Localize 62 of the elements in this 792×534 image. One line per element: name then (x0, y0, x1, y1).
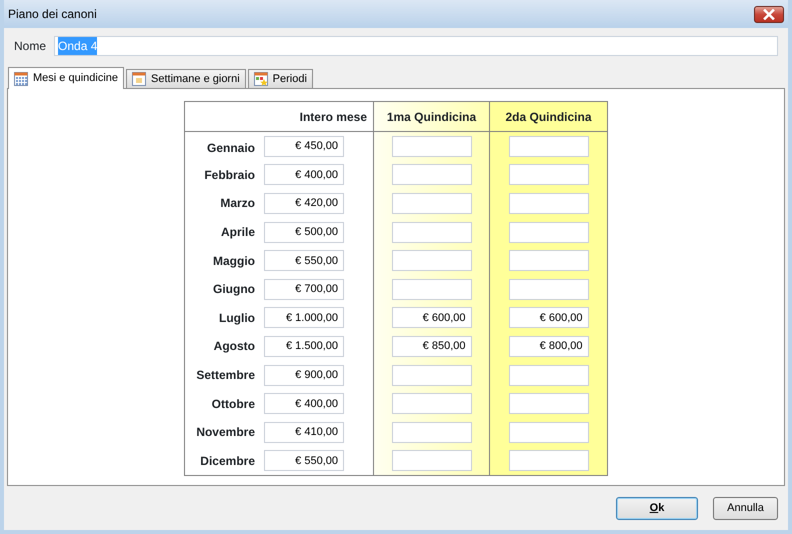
amount-field[interactable] (508, 364, 588, 386)
amount-field[interactable] (392, 136, 472, 157)
tab[interactable]: Mesi e quindicine (8, 67, 124, 89)
amount-field[interactable]: € 850,00 (392, 336, 472, 357)
amount-field[interactable] (508, 422, 588, 443)
amount-field[interactable]: € 800,00 (508, 336, 588, 357)
name-label: Nome (14, 38, 46, 55)
amount-field[interactable] (508, 222, 588, 243)
window-title: Piano dei canoni (8, 6, 97, 23)
month-label: Novembre (196, 424, 255, 442)
amount-field[interactable] (508, 164, 588, 186)
amount-field[interactable]: € 400,00 (264, 164, 344, 186)
month-label: Luglio (219, 310, 255, 327)
amount-field[interactable] (392, 364, 472, 386)
amount-field[interactable] (508, 250, 588, 272)
month-label: Maggio (213, 252, 255, 270)
column-header: 1ma Quindicina (386, 108, 476, 126)
calendar-day-icon (132, 72, 146, 86)
cancel-button[interactable]: Annulla (713, 496, 778, 520)
amount-field[interactable] (508, 136, 588, 157)
month-label: Febbraio (204, 166, 255, 184)
amount-field[interactable]: € 1.500,00 (264, 336, 344, 357)
amount-field[interactable]: € 500,00 (264, 222, 344, 243)
amount-field[interactable]: € 550,00 (264, 450, 344, 472)
tab[interactable]: Periodi (248, 69, 313, 88)
amount-field[interactable] (508, 450, 588, 472)
amount-field[interactable] (508, 192, 588, 214)
amount-field[interactable] (392, 222, 472, 243)
amount-field[interactable] (508, 278, 588, 300)
amount-field[interactable] (392, 278, 472, 300)
amount-field[interactable] (392, 250, 472, 272)
month-label: Marzo (220, 195, 255, 212)
column-header: 2da Quindicina (505, 108, 592, 126)
calendar-icon (14, 72, 28, 86)
amount-field[interactable]: € 400,00 (264, 393, 344, 414)
amount-field[interactable] (392, 192, 472, 214)
amount-field[interactable]: € 420,00 (264, 192, 344, 214)
column-header: Intero mese (300, 108, 367, 126)
amount-field[interactable]: € 550,00 (264, 250, 344, 272)
amount-field[interactable]: € 600,00 (508, 307, 588, 328)
amount-field[interactable] (392, 450, 472, 472)
ok-button[interactable]: Ok (616, 496, 698, 520)
month-label: Giugno (213, 281, 255, 298)
amount-field[interactable] (508, 393, 588, 414)
month-label: Agosto (214, 338, 255, 356)
amount-field[interactable] (392, 422, 472, 443)
amount-field[interactable]: € 900,00 (264, 364, 344, 386)
month-label: Gennaio (206, 140, 255, 157)
amount-field[interactable] (392, 164, 472, 186)
amount-field[interactable]: € 700,00 (264, 278, 344, 300)
month-label: Dicembre (200, 452, 255, 470)
tab[interactable]: Settimane e giorni (126, 69, 246, 88)
month-label: Aprile (220, 224, 255, 242)
month-label: Settembre (196, 367, 255, 384)
month-label: Ottobre (212, 396, 255, 413)
amount-field[interactable]: € 600,00 (392, 307, 472, 328)
amount-field[interactable] (392, 393, 472, 414)
close-icon (762, 8, 776, 20)
amount-field[interactable]: € 450,00 (264, 136, 344, 157)
amount-field[interactable]: € 410,00 (264, 422, 344, 443)
amount-field[interactable]: € 1.000,00 (264, 307, 344, 328)
close-button[interactable] (754, 6, 784, 22)
